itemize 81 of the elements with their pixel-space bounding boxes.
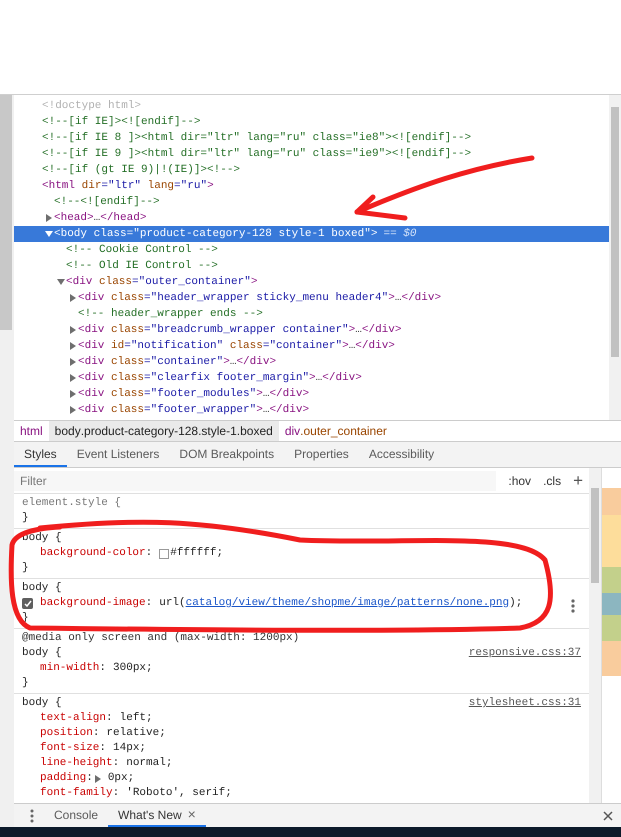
panel-tab[interactable]: Styles	[14, 442, 67, 467]
breadcrumb-item[interactable]: div.outer_container	[278, 421, 393, 441]
property-checkbox[interactable]	[22, 598, 33, 609]
expanded-triangle-icon[interactable]	[45, 230, 53, 238]
css-value: relative;	[106, 726, 166, 741]
rule-selector: body {	[22, 646, 62, 661]
collapsed-triangle-icon[interactable]	[45, 214, 53, 222]
source-link[interactable]: stylesheet.css:31	[468, 696, 581, 711]
page-scrollbar[interactable]	[0, 95, 14, 827]
breadcrumb-item[interactable]: html	[14, 421, 49, 441]
css-value: url(catalog/view/theme/shopme/image/patterns/none.png);	[159, 596, 522, 611]
css-property: font-size:	[40, 741, 106, 756]
rule-selector: body {	[22, 696, 62, 711]
hover-state-toggle[interactable]: :hov	[508, 472, 532, 488]
css-value: normal;	[126, 756, 172, 771]
dom-node[interactable]: <div class="breadcrumb_wrapper container">…</div>	[78, 322, 402, 338]
dom-node[interactable]: <div class="footer_modules">…</div>	[78, 386, 310, 402]
collapsed-triangle-icon[interactable]	[69, 326, 77, 334]
kebab-menu-icon[interactable]	[30, 808, 34, 822]
dom-node[interactable]: <div class="footer_wrapper">…</div>	[78, 402, 310, 418]
dom-node[interactable]: <!--[if IE 9 ]><html dir="ltr" lang="ru" class="ie9"><![endif]-->	[42, 146, 472, 162]
class-toggle[interactable]: .cls	[543, 472, 562, 488]
dom-node[interactable]: <div class="clearfix footer_margin">…</div>	[78, 370, 362, 386]
css-property: line-height:	[40, 756, 120, 771]
css-value: 'Roboto', serif;	[126, 786, 232, 801]
css-property: background-image:	[40, 596, 152, 611]
rule-selector: element.style {	[22, 496, 122, 511]
css-property: position:	[40, 726, 100, 741]
console-reference: == $0	[383, 226, 416, 242]
source-link[interactable]: responsive.css:37	[468, 646, 581, 661]
css-property: min-width:	[40, 661, 106, 676]
kebab-menu-icon[interactable]	[571, 599, 575, 613]
dom-node[interactable]: <!--[if IE 8 ]><html dir="ltr" lang="ru" class="ie8"><![endif]-->	[42, 130, 472, 146]
breadcrumb-item[interactable]: body.product-category-128.style-1.boxed	[48, 421, 279, 441]
media-query: @media only screen and (max-width: 1200px)	[22, 631, 300, 646]
new-rule-button[interactable]: +	[573, 472, 583, 489]
rule-close-brace: }	[22, 561, 29, 576]
drawer-tab[interactable]: Console	[44, 804, 108, 827]
css-property: text-align:	[40, 711, 113, 726]
dom-node[interactable]: <!-- Old IE Control -->	[66, 258, 218, 274]
css-value: 300px;	[113, 661, 153, 676]
collapsed-triangle-icon[interactable]	[69, 342, 77, 350]
css-property: background-color:	[40, 546, 152, 561]
dom-node[interactable]: <div id="notification" class="container">…</div>	[78, 338, 395, 354]
dom-node[interactable]: <div class="header_wrapper sticky_menu header4">…</div>	[78, 290, 442, 306]
rule-close-brace: }	[22, 511, 29, 526]
expand-triangle-icon[interactable]	[94, 774, 101, 782]
expanded-triangle-icon[interactable]	[57, 278, 65, 286]
panel-tab[interactable]: Event Listeners	[66, 442, 170, 467]
elements-scrollbar[interactable]	[609, 95, 621, 420]
collapsed-triangle-icon[interactable]	[69, 406, 77, 414]
collapsed-triangle-icon[interactable]	[69, 358, 77, 366]
panel-tab[interactable]: Properties	[284, 442, 359, 467]
dom-node[interactable]: <!--[if IE]><![endif]-->	[42, 114, 200, 130]
dom-node[interactable]: <div class="container">…</div>	[78, 354, 276, 370]
close-tab-button[interactable]: ×	[188, 804, 196, 825]
filter-field[interactable]: Filter	[14, 470, 496, 490]
css-property: padding:	[40, 771, 93, 786]
rule-selector: body {	[22, 581, 62, 596]
dom-node[interactable]: <!--[if (gt IE 9)|!(IE)]><!-->	[42, 162, 240, 178]
close-icon[interactable]	[603, 810, 613, 820]
css-value: #ffffff;	[170, 546, 224, 561]
css-value: 0px;	[108, 771, 134, 786]
css-property: font-family:	[40, 786, 120, 801]
dom-node[interactable]: <!--<![endif]-->	[54, 194, 160, 210]
collapsed-triangle-icon[interactable]	[69, 294, 77, 302]
collapsed-triangle-icon[interactable]	[69, 390, 77, 398]
panel-tab[interactable]: DOM Breakpoints	[169, 442, 284, 467]
css-value: 14px;	[113, 741, 146, 756]
dom-node[interactable]: <!-- header_wrapper ends -->	[78, 306, 263, 322]
color-swatch[interactable]	[159, 548, 170, 558]
dom-node[interactable]: <html dir="ltr" lang="ru">	[42, 178, 214, 194]
dom-node[interactable]: <body class="product-category-128 style-1 boxed">	[54, 226, 378, 242]
rule-close-brace: }	[22, 676, 29, 691]
dom-node[interactable]: <div class="outer_container">	[66, 274, 258, 290]
styles-scrollbar[interactable]	[589, 468, 601, 803]
dom-node[interactable]: <!-- Cookie Control -->	[66, 242, 218, 258]
dom-node[interactable]: <head>…</head>	[54, 210, 146, 226]
css-value: left;	[120, 711, 153, 726]
panel-tab[interactable]: Accessibility	[358, 442, 444, 467]
collapsed-triangle-icon[interactable]	[69, 374, 77, 382]
